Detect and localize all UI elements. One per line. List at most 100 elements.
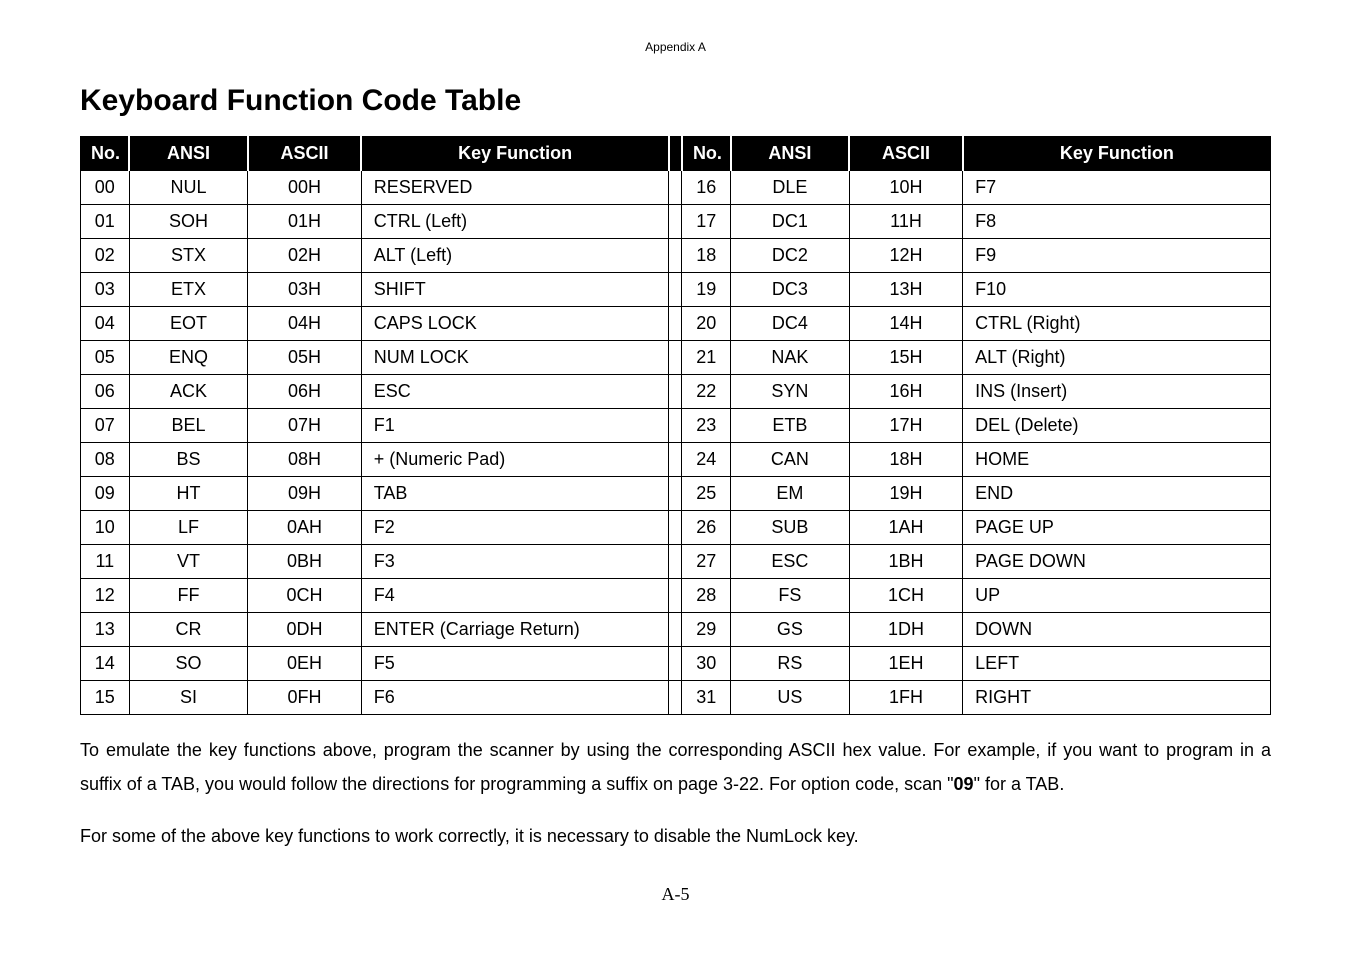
table-row: 03ETX03HSHIFT19DC313HF10 xyxy=(81,273,1271,307)
cell-ascii: 0BH xyxy=(248,545,361,579)
cell-no: 29 xyxy=(682,613,731,647)
cell-func: F7 xyxy=(963,171,1271,205)
cell-func: RESERVED xyxy=(361,171,669,205)
cell-ansi: SO xyxy=(129,647,248,681)
cell-func: F5 xyxy=(361,647,669,681)
cell-ascii: 11H xyxy=(849,205,962,239)
cell-no: 28 xyxy=(682,579,731,613)
table-row: 14SO0EHF530RS1EHLEFT xyxy=(81,647,1271,681)
cell-no: 03 xyxy=(81,273,130,307)
header-no-2: No. xyxy=(682,137,731,171)
header-no: No. xyxy=(81,137,130,171)
cell-no: 20 xyxy=(682,307,731,341)
cell-no: 24 xyxy=(682,443,731,477)
cell-ascii: 1EH xyxy=(849,647,962,681)
cell-no: 16 xyxy=(682,171,731,205)
cell-ansi: STX xyxy=(129,239,248,273)
page-title: Keyboard Function Code Table xyxy=(80,84,1271,118)
cell-gap xyxy=(669,477,682,511)
cell-no: 01 xyxy=(81,205,130,239)
header-func: Key Function xyxy=(361,137,669,171)
cell-ansi: EM xyxy=(731,477,850,511)
table-row: 04EOT04HCAPS LOCK20DC414HCTRL (Right) xyxy=(81,307,1271,341)
cell-func: END xyxy=(963,477,1271,511)
cell-no: 21 xyxy=(682,341,731,375)
cell-ascii: 0FH xyxy=(248,681,361,715)
header-ansi: ANSI xyxy=(129,137,248,171)
cell-ansi: LF xyxy=(129,511,248,545)
cell-no: 07 xyxy=(81,409,130,443)
note-1b: " for a TAB. xyxy=(974,774,1065,794)
cell-func: UP xyxy=(963,579,1271,613)
table-row: 02STX02HALT (Left)18DC212HF9 xyxy=(81,239,1271,273)
cell-func: ALT (Right) xyxy=(963,341,1271,375)
cell-ascii: 13H xyxy=(849,273,962,307)
cell-func: F4 xyxy=(361,579,669,613)
header-gap xyxy=(669,137,682,171)
cell-ansi: ENQ xyxy=(129,341,248,375)
cell-no: 17 xyxy=(682,205,731,239)
cell-ascii: 15H xyxy=(849,341,962,375)
cell-no: 25 xyxy=(682,477,731,511)
cell-ascii: 0DH xyxy=(248,613,361,647)
cell-no: 04 xyxy=(81,307,130,341)
cell-gap xyxy=(669,341,682,375)
appendix-label: Appendix A xyxy=(80,40,1271,54)
cell-ascii: 05H xyxy=(248,341,361,375)
cell-ascii: 1BH xyxy=(849,545,962,579)
cell-gap xyxy=(669,171,682,205)
cell-func: TAB xyxy=(361,477,669,511)
cell-ansi: CAN xyxy=(731,443,850,477)
cell-func: F8 xyxy=(963,205,1271,239)
cell-func: ENTER (Carriage Return) xyxy=(361,613,669,647)
cell-gap xyxy=(669,307,682,341)
cell-no: 09 xyxy=(81,477,130,511)
cell-ansi: DC4 xyxy=(731,307,850,341)
note-code: 09 xyxy=(954,774,974,794)
cell-func: CTRL (Right) xyxy=(963,307,1271,341)
cell-gap xyxy=(669,409,682,443)
cell-no: 30 xyxy=(682,647,731,681)
cell-gap xyxy=(669,443,682,477)
notes-section: To emulate the key functions above, prog… xyxy=(80,733,1271,854)
cell-ansi: EOT xyxy=(129,307,248,341)
cell-gap xyxy=(669,273,682,307)
cell-func: ESC xyxy=(361,375,669,409)
table-row: 12FF0CHF428FS1CHUP xyxy=(81,579,1271,613)
cell-no: 18 xyxy=(682,239,731,273)
cell-ansi: DC3 xyxy=(731,273,850,307)
page-number: A-5 xyxy=(80,884,1271,905)
cell-func: CAPS LOCK xyxy=(361,307,669,341)
cell-func: F10 xyxy=(963,273,1271,307)
cell-ascii: 03H xyxy=(248,273,361,307)
cell-func: LEFT xyxy=(963,647,1271,681)
cell-gap xyxy=(669,681,682,715)
cell-func: F3 xyxy=(361,545,669,579)
cell-func: HOME xyxy=(963,443,1271,477)
cell-ansi: HT xyxy=(129,477,248,511)
cell-ansi: BEL xyxy=(129,409,248,443)
cell-ansi: ETX xyxy=(129,273,248,307)
cell-ascii: 1AH xyxy=(849,511,962,545)
cell-ansi: GS xyxy=(731,613,850,647)
cell-func: SHIFT xyxy=(361,273,669,307)
cell-ascii: 16H xyxy=(849,375,962,409)
cell-gap xyxy=(669,205,682,239)
cell-func: F2 xyxy=(361,511,669,545)
table-row: 06ACK06HESC22SYN16HINS (Insert) xyxy=(81,375,1271,409)
cell-ascii: 04H xyxy=(248,307,361,341)
cell-ascii: 1FH xyxy=(849,681,962,715)
cell-no: 11 xyxy=(81,545,130,579)
cell-func: DEL (Delete) xyxy=(963,409,1271,443)
cell-ascii: 12H xyxy=(849,239,962,273)
cell-ansi: DC1 xyxy=(731,205,850,239)
cell-gap xyxy=(669,511,682,545)
cell-func: F9 xyxy=(963,239,1271,273)
header-ascii: ASCII xyxy=(248,137,361,171)
table-row: 10LF0AHF226SUB1AHPAGE UP xyxy=(81,511,1271,545)
cell-ascii: 0CH xyxy=(248,579,361,613)
note-paragraph-1: To emulate the key functions above, prog… xyxy=(80,733,1271,801)
table-row: 15SI0FHF631US1FHRIGHT xyxy=(81,681,1271,715)
cell-func: INS (Insert) xyxy=(963,375,1271,409)
cell-ascii: 18H xyxy=(849,443,962,477)
